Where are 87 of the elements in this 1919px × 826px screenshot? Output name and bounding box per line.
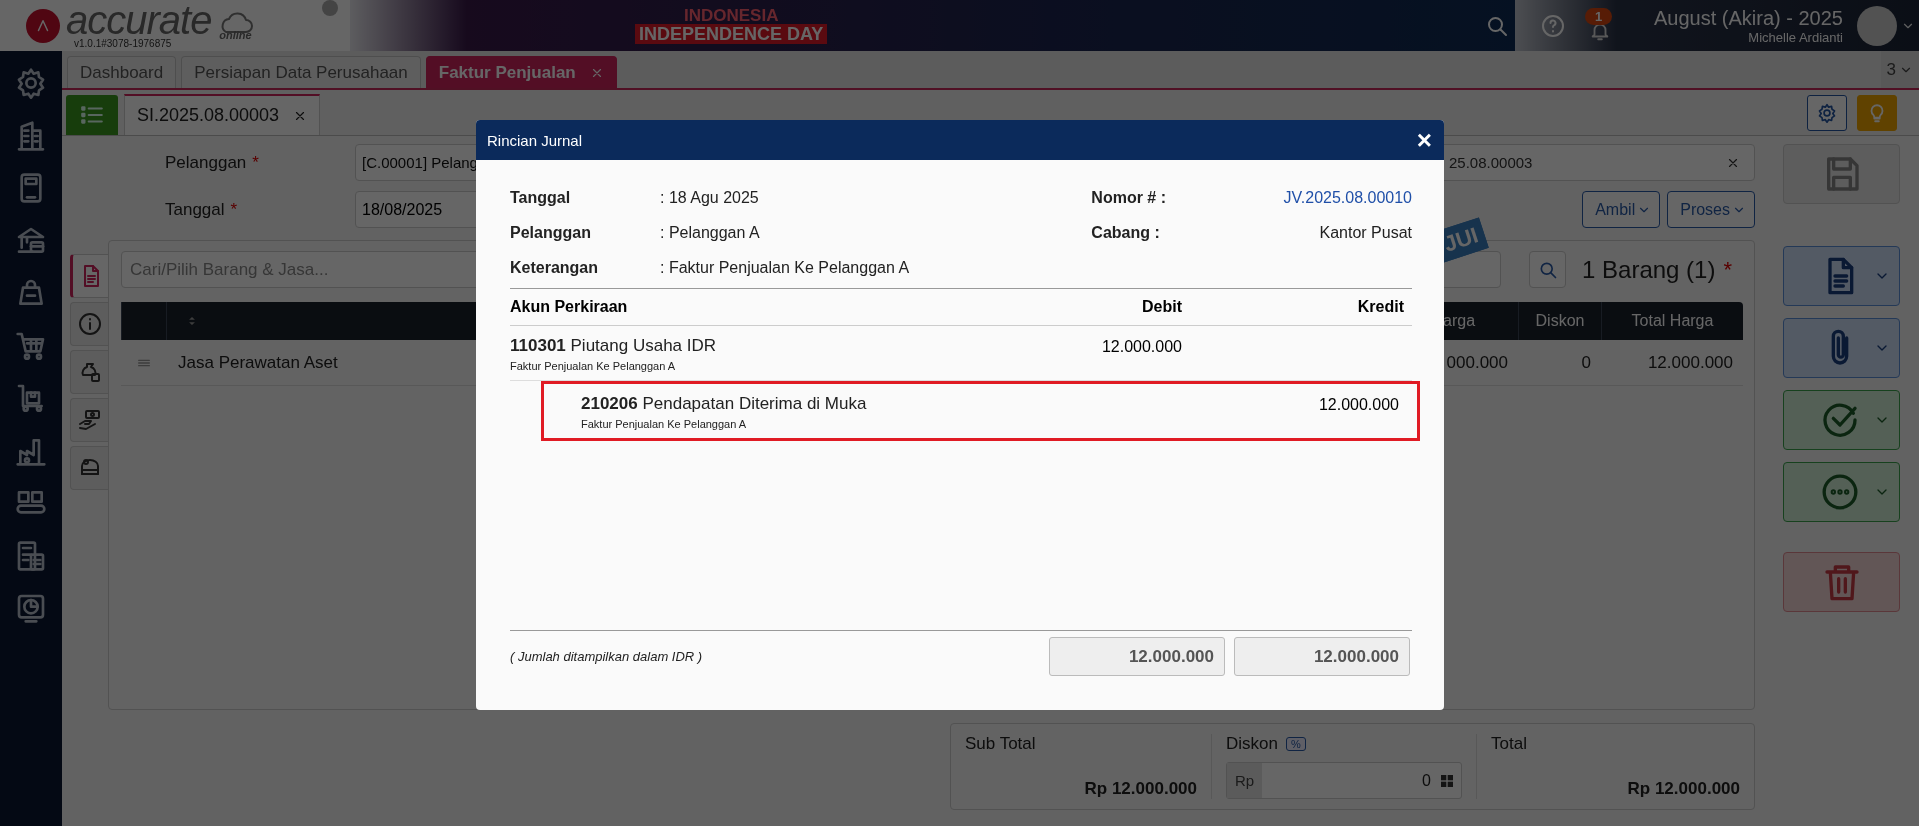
required-mark: * [1723,256,1732,283]
currency-note: ( Jumlah ditampilkan dalam IDR ) [510,649,703,664]
notification-badge: 1 [1585,7,1613,25]
item-count: 1 Barang (1) [1582,255,1716,284]
workspace-tab[interactable]: Faktur Penjualan [425,56,617,88]
hand-cash-icon [77,408,102,432]
tips-button[interactable] [1857,94,1897,131]
side-tab[interactable] [70,398,108,442]
table-cell-text: 0 [1580,352,1592,373]
print-button[interactable] [1783,246,1900,306]
help-icon[interactable] [1541,13,1565,38]
field-label: Tanggal [165,199,225,220]
debit-amount: 12.000.000 [1100,337,1182,357]
info-value: : Pelanggan A [660,222,761,243]
building-icon[interactable] [15,119,47,152]
column-header: Diskon [1518,302,1601,340]
currency-prefix: Rp [1227,763,1263,798]
subtotal-value: Rp 12.000.000 [1083,779,1197,799]
info-label: Pelanggan [510,222,592,243]
credit-amount: 12.000.000 [1317,395,1400,415]
summary-label: Diskon [1226,734,1278,754]
tax-document-icon[interactable] [15,539,47,572]
attachment-button[interactable] [1783,318,1900,378]
info-value: : Faktur Penjualan Ke Pelanggan A [660,257,910,278]
entry-note: Faktur Penjualan Ke Pelanggan A [510,360,677,372]
search-button[interactable] [1529,251,1567,288]
info-label: Keterangan [510,257,600,278]
approve-button[interactable] [1783,390,1900,450]
total-value: Rp 12.000.000 [1626,779,1740,799]
column-header: Akun Perkiraan [510,298,629,316]
total-field: 12.000.000 [1049,637,1225,676]
account-name: 110301 Piutang Usaha IDR [510,336,718,356]
banner-title: INDONESIA [683,7,779,24]
required-mark: * [252,152,259,173]
info-icon [77,312,102,336]
side-tab[interactable] [70,350,108,394]
list-button[interactable] [66,95,118,135]
account-name: 210206 Pendapatan Diterima di Muka [581,394,868,414]
column-header: Debit [1141,298,1182,316]
entry-note: Faktur Penjualan Ke Pelanggan A [581,418,748,430]
logo-wordmark: accurate [66,2,212,38]
settings-icon [1817,102,1837,123]
column-header: Total Harga [1601,302,1743,340]
table-cell: Jasa Perawatan Aset [178,352,338,373]
save-button[interactable] [1783,144,1900,204]
period-label: August (Akira) - 2025 [1654,6,1843,30]
journal-number-link[interactable]: JV.2025.08.00010 [1166,180,1412,215]
field-label: Pelanggan [165,152,247,173]
side-tab[interactable] [70,446,108,490]
report-icon[interactable] [15,592,47,625]
required-mark: * [230,199,238,220]
close-button[interactable]: × [1416,127,1432,153]
info-value: : 18 Agu 2025 [660,187,760,208]
info-label: Nomor # : [1091,187,1166,208]
discount-field[interactable]: Rp 0 [1226,762,1462,799]
field-value: 0 [1422,771,1431,790]
summary-label: Sub Total [965,734,1037,754]
delete-button[interactable] [1783,552,1900,612]
banner-subtitle: INDEPENDENCE DAY [635,24,828,44]
dropdown-button[interactable]: Proses [1667,191,1755,228]
column-header: Kredit [1356,298,1405,316]
status-dot [322,0,338,16]
logo-tagline: online [219,28,252,41]
total-field: 12.000.000 [1234,637,1410,676]
settings-icon[interactable] [15,67,47,100]
version-text: v1.0.1#3078-1976875 [74,38,172,49]
dialog-title: Rincian Jurnal [487,131,583,149]
calculator-icon[interactable] [1439,772,1455,789]
info-label: Cabang : [1091,222,1161,243]
dropdown-button[interactable]: Ambil [1582,191,1661,228]
summary-label: Total [1491,734,1528,754]
side-tab[interactable] [70,254,108,298]
table-cell-text: 12.000.000 [1646,352,1734,373]
avatar[interactable] [1857,5,1897,46]
side-tab[interactable] [70,302,108,346]
document-tab[interactable]: SI.2025.08.00003 [124,94,321,135]
workspace-tab[interactable]: Dashboard [67,56,177,88]
percent-toggle[interactable]: % [1285,737,1306,751]
info-value: Kantor Pusat [1318,222,1412,243]
tab-overflow-button[interactable]: 3 [1880,51,1919,88]
field-value: 25.08.00003 [1449,154,1533,171]
table-cell-text: 000.000 [1445,352,1509,373]
info-label: Tanggal [510,187,572,208]
workspace-tab[interactable]: Persiapan Data Perusahaan [181,56,421,88]
settings-button[interactable] [1807,94,1847,131]
user-name: Michelle Ardianti [1747,29,1843,45]
more-button[interactable] [1783,462,1900,522]
